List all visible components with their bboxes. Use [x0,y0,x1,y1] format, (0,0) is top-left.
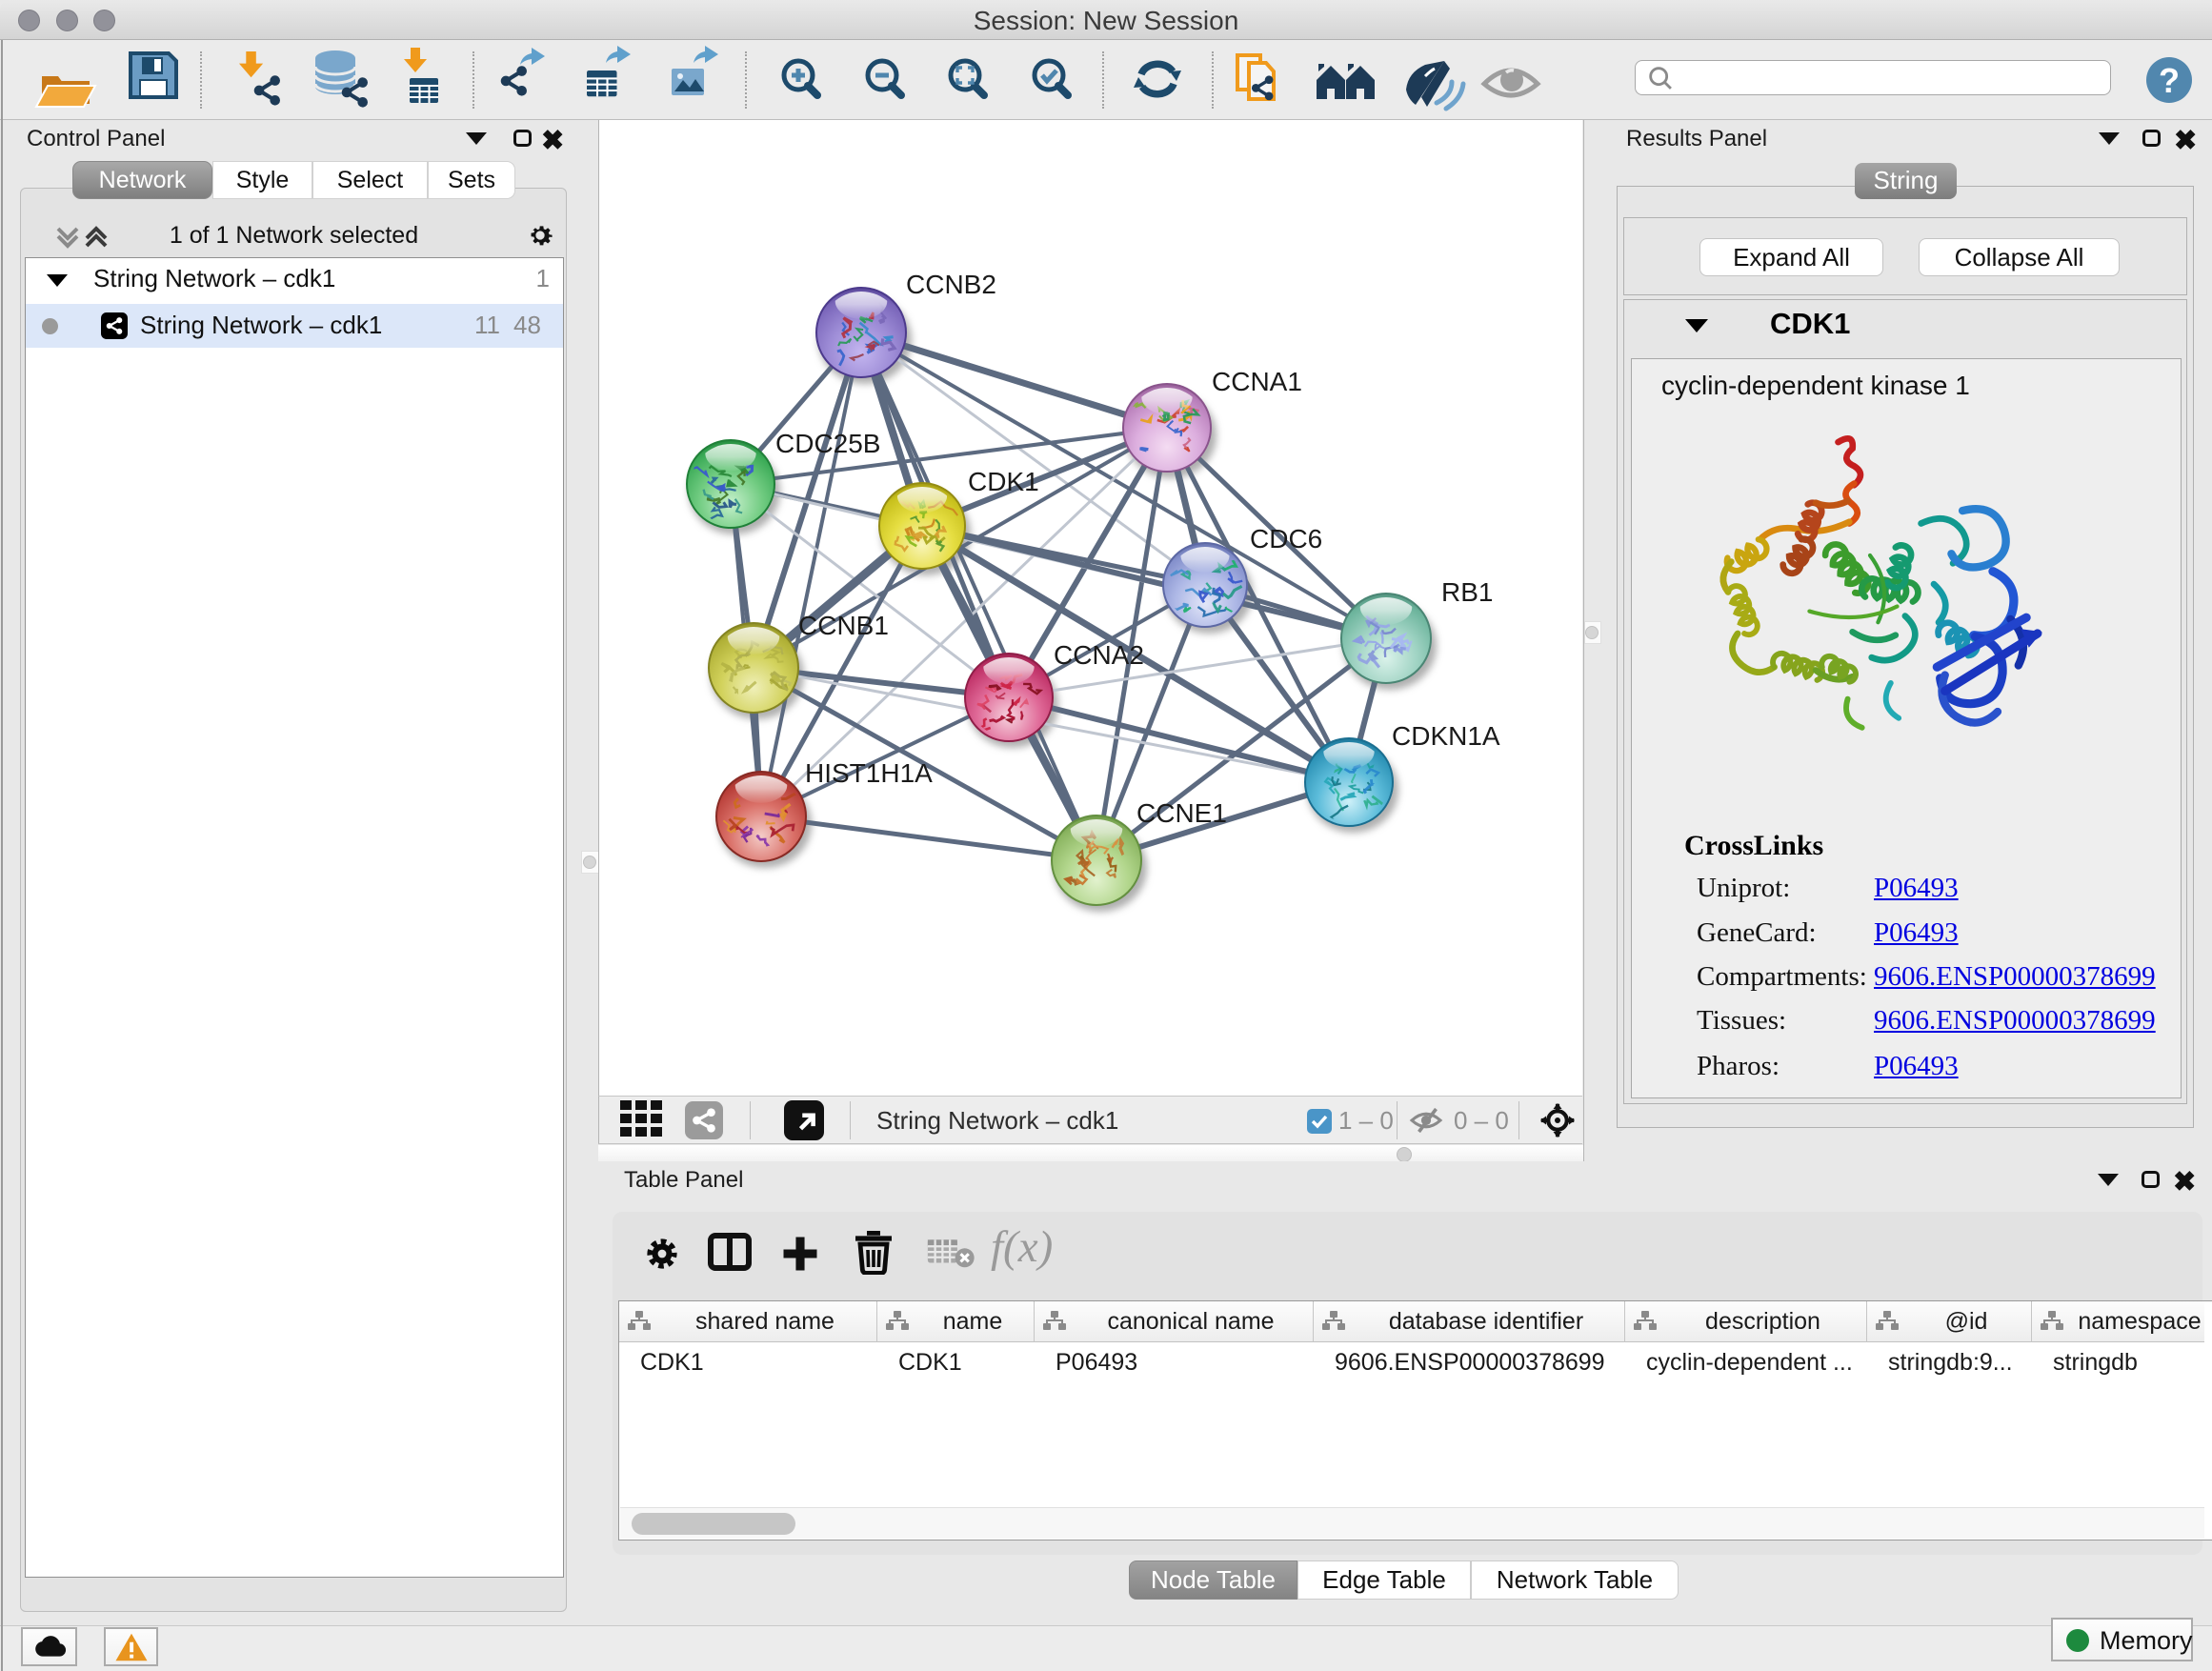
svg-text:HIST1H1A: HIST1H1A [805,758,933,788]
svg-text:CDC25B: CDC25B [775,429,880,458]
svg-text:CCNB1: CCNB1 [798,611,889,640]
svg-text:CCNA2: CCNA2 [1054,640,1144,670]
svg-text:CCNE1: CCNE1 [1136,798,1227,828]
svg-text:CDK1: CDK1 [968,467,1039,496]
svg-text:CCNB2: CCNB2 [906,270,996,299]
svg-text:CDKN1A: CDKN1A [1392,721,1500,751]
svg-text:RB1: RB1 [1441,577,1493,607]
svg-text:CDC6: CDC6 [1250,524,1322,554]
svg-text:CCNA1: CCNA1 [1212,367,1302,396]
svg-text:?: ? [2159,61,2180,100]
